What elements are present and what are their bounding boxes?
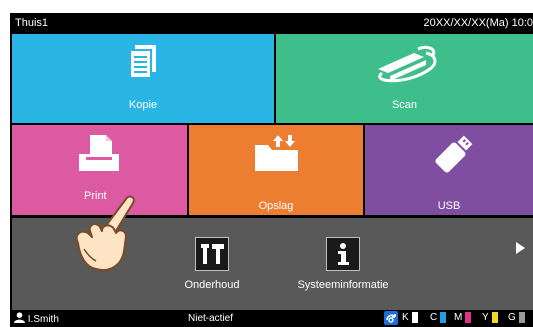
ink-c-level — [440, 312, 447, 323]
top-bar: Thuis1 20XX/XX/XX(Ma) 10:0 — [10, 13, 533, 33]
status-bar: I.Smith Niet-actief K C M Y G — [10, 310, 533, 327]
folder-transfer-icon — [255, 135, 298, 171]
scanner-icon — [378, 45, 437, 83]
scan-label: Scan — [391, 99, 418, 111]
ink-g: G — [508, 312, 525, 323]
system-info-label: Systeeminformatie — [297, 279, 389, 291]
ink-k-level — [411, 312, 418, 323]
ink-m: M — [454, 312, 472, 323]
ink-k-letter: K — [402, 312, 409, 323]
pointing-hand-icon — [75, 195, 135, 271]
ink-y-letter: Y — [482, 312, 489, 323]
storage-label: Opslag — [258, 200, 294, 212]
system-info-button[interactable]: Systeeminformatie — [288, 237, 398, 291]
ink-c: C — [430, 312, 447, 323]
next-page-arrow-icon[interactable] — [516, 242, 525, 254]
ink-k: K — [402, 312, 418, 323]
connection-icon — [384, 311, 398, 325]
usb-label: USB — [437, 200, 461, 212]
usb-icon — [435, 135, 473, 173]
user-name: I.Smith — [27, 314, 59, 325]
maintenance-label: Onderhoud — [184, 279, 240, 291]
copy-icon — [129, 45, 156, 79]
maintenance-button[interactable]: Onderhoud — [172, 237, 252, 291]
ink-g-letter: G — [508, 312, 516, 323]
copy-tile[interactable]: Kopie — [12, 34, 274, 123]
storage-tile[interactable]: Opslag — [189, 125, 363, 215]
printer-icon — [79, 135, 119, 171]
user-indicator[interactable]: I.Smith — [14, 312, 59, 325]
panel-screen: Thuis1 20XX/XX/XX(Ma) 10:0 Kopie Scan Pr… — [10, 13, 533, 327]
info-icon — [326, 237, 360, 271]
ink-c-letter: C — [430, 312, 438, 323]
scan-tile[interactable]: Scan — [276, 34, 533, 123]
machine-state: Niet-actief — [188, 313, 234, 324]
ink-g-level — [518, 312, 525, 323]
ink-y-level — [491, 312, 498, 323]
ink-m-level — [465, 312, 472, 323]
tools-icon — [195, 237, 229, 271]
usb-tile[interactable]: USB — [365, 125, 533, 215]
date-time: 20XX/XX/XX(Ma) 10:0 — [423, 17, 533, 29]
user-icon — [14, 312, 25, 323]
ink-y: Y — [482, 312, 498, 323]
screen-title: Thuis1 — [15, 17, 49, 29]
copy-label: Kopie — [128, 99, 158, 111]
ink-m-letter: M — [454, 312, 463, 323]
